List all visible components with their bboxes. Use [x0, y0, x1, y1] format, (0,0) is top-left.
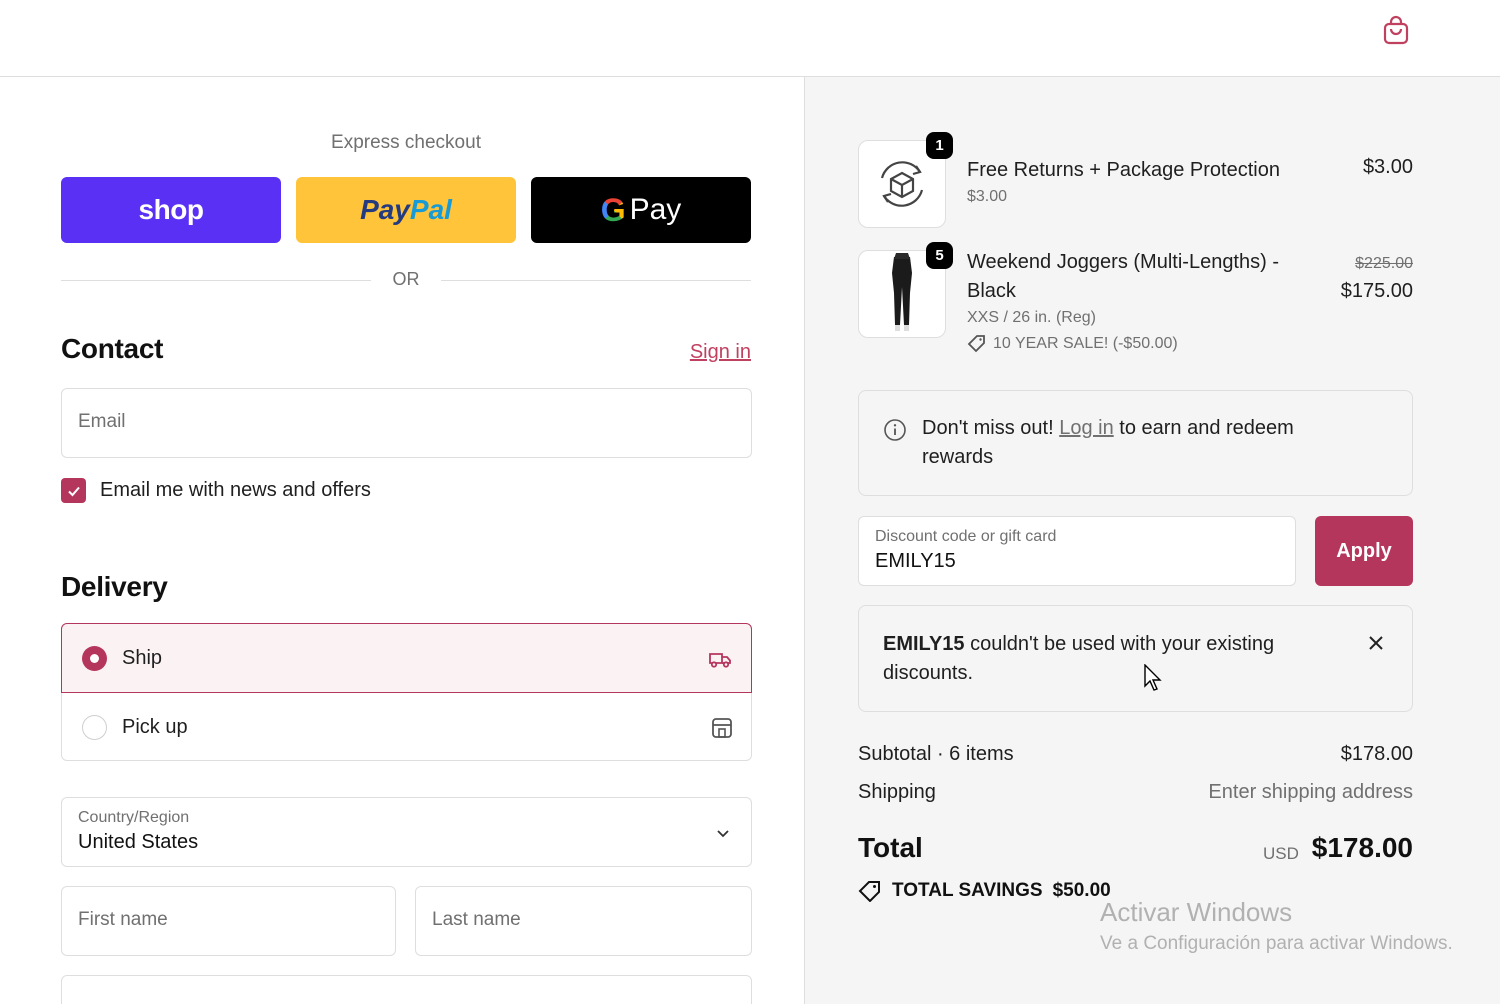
rewards-text-line2: rewards	[922, 446, 994, 468]
item-discount: 10 YEAR SALE! (-$50.00)	[967, 334, 1178, 354]
quantity-badge: 1	[926, 132, 953, 159]
order-item: 5 Weekend Joggers (Multi-Lengths) - Blac…	[858, 242, 1413, 360]
subtotal-value: $178.00	[1340, 743, 1413, 765]
country-select[interactable]: Country/Region United States	[61, 797, 752, 867]
express-checkout-title: Express checkout	[331, 132, 481, 153]
sign-in-link[interactable]: Sign in	[640, 341, 751, 364]
or-divider: OR	[61, 269, 751, 293]
truck-icon	[709, 653, 731, 668]
package-protection-icon	[880, 161, 924, 207]
order-summary-column: 1 Free Returns + Package Protection $3.0…	[805, 77, 1500, 1004]
item-variant: XXS / 26 in. (Reg)	[967, 309, 1096, 326]
shop-pay-label: shop	[138, 194, 204, 225]
discount-code-label: Discount code or gift card	[875, 528, 1057, 545]
error-code: EMILY15	[883, 633, 965, 655]
windows-activation-subtitle: Ve a Configuración para activar Windows.	[1100, 933, 1453, 954]
google-g-icon: G	[600, 191, 626, 228]
total-value: $178.00	[1311, 832, 1413, 863]
paypal-button[interactable]: Pay Pal	[296, 177, 516, 243]
email-input[interactable]	[78, 411, 728, 433]
rewards-notice: Don't miss out! Log in to earn and redee…	[858, 390, 1413, 496]
pickup-label: Pick up	[122, 716, 188, 738]
last-name-field[interactable]	[415, 886, 752, 956]
subtotal-label: Subtotal · 6 items	[858, 743, 1014, 765]
top-bar	[0, 0, 1500, 77]
item-price: $175.00	[1340, 280, 1413, 302]
newsletter-checkbox[interactable]	[61, 478, 86, 503]
info-icon	[884, 419, 906, 441]
ship-label: Ship	[122, 646, 163, 669]
error-text-line1: EMILY15 couldn't be used with your exist…	[883, 630, 1274, 659]
close-icon[interactable]	[1366, 633, 1386, 653]
store-icon	[712, 718, 732, 738]
shipping-label: Shipping	[858, 781, 936, 803]
rewards-prefix: Don't miss out!	[922, 417, 1054, 439]
divider-line-left	[61, 280, 371, 281]
log-in-link[interactable]: Log in	[1059, 417, 1114, 439]
email-field[interactable]	[61, 388, 752, 458]
last-name-input[interactable]	[432, 909, 732, 931]
first-name-field[interactable]	[61, 886, 396, 956]
google-pay-label: Pay	[629, 193, 682, 226]
checkout-form-column: Express checkout shop Pay Pal G Pay OR Con…	[0, 77, 805, 1004]
item-compare-price: $225.00	[1355, 255, 1413, 272]
total-savings: TOTAL SAVINGS $50.00	[858, 880, 1111, 902]
shipping-row: Shipping Enter shipping address	[858, 781, 1413, 804]
item-name-line1: Weekend Joggers (Multi-Lengths) -	[967, 251, 1279, 273]
google-pay-button[interactable]: G Pay	[531, 177, 751, 243]
error-message: couldn't be used with your existing	[964, 633, 1275, 655]
delivery-option-pickup[interactable]: Pick up	[62, 693, 753, 762]
total-currency: USD	[1263, 844, 1299, 863]
paypal-label-part2: Pal	[409, 194, 452, 225]
paypal-label-part1: Pay	[360, 194, 410, 225]
savings-label: TOTAL SAVINGS	[892, 880, 1043, 901]
address-field[interactable]	[61, 975, 752, 1004]
item-name: Free Returns + Package Protection	[967, 159, 1280, 181]
discount-code-field[interactable]: Discount code or gift card EMILY15	[858, 516, 1296, 586]
quantity-badge: 5	[926, 242, 953, 269]
item-discount-label: 10 YEAR SALE! (-$50.00)	[993, 335, 1178, 352]
shipping-value: Enter shipping address	[1208, 781, 1413, 803]
chevron-down-icon	[717, 830, 729, 838]
mouse-cursor-icon	[1144, 664, 1162, 691]
subtotal-row: Subtotal · 6 items $178.00	[858, 743, 1413, 766]
ship-radio[interactable]	[82, 645, 107, 671]
contact-title: Contact	[61, 333, 164, 364]
joggers-photo	[892, 253, 912, 331]
country-value: United States	[78, 831, 199, 853]
country-label: Country/Region	[78, 809, 190, 826]
delivery-options: Ship Pick up	[61, 623, 752, 761]
error-text-line2: discounts.	[883, 662, 974, 684]
first-name-input[interactable]	[78, 909, 378, 931]
or-label: OR	[392, 269, 420, 289]
delivery-option-ship[interactable]: Ship	[61, 623, 752, 693]
divider-line-right	[441, 280, 751, 281]
order-item: 1 Free Returns + Package Protection $3.0…	[858, 132, 1413, 230]
total-label: Total	[858, 832, 923, 863]
item-price: $3.00	[1362, 156, 1413, 178]
windows-activation-title: Activar Windows	[1100, 897, 1293, 927]
pickup-radio[interactable]	[82, 715, 107, 740]
discount-error-notice: EMILY15 couldn't be used with your exist…	[858, 605, 1413, 712]
rewards-text-line1: Don't miss out! Log in to earn and redee…	[922, 414, 1294, 443]
rewards-suffix: to earn and redeem	[1119, 417, 1294, 439]
delivery-title: Delivery	[61, 571, 168, 602]
shopping-bag-icon[interactable]	[1380, 14, 1412, 46]
checkmark-icon	[67, 486, 80, 496]
discount-code-value[interactable]: EMILY15	[875, 550, 956, 573]
item-name-line2: Black	[967, 280, 1016, 302]
tag-icon	[967, 335, 985, 353]
shop-pay-button[interactable]: shop	[61, 177, 281, 243]
item-unit-price: $3.00	[967, 188, 1008, 205]
newsletter-checkbox-row[interactable]: Email me with news and offers	[61, 478, 371, 503]
newsletter-label: Email me with news and offers	[100, 479, 371, 501]
apply-button[interactable]: Apply	[1315, 516, 1413, 586]
savings-tag-icon	[858, 881, 880, 902]
